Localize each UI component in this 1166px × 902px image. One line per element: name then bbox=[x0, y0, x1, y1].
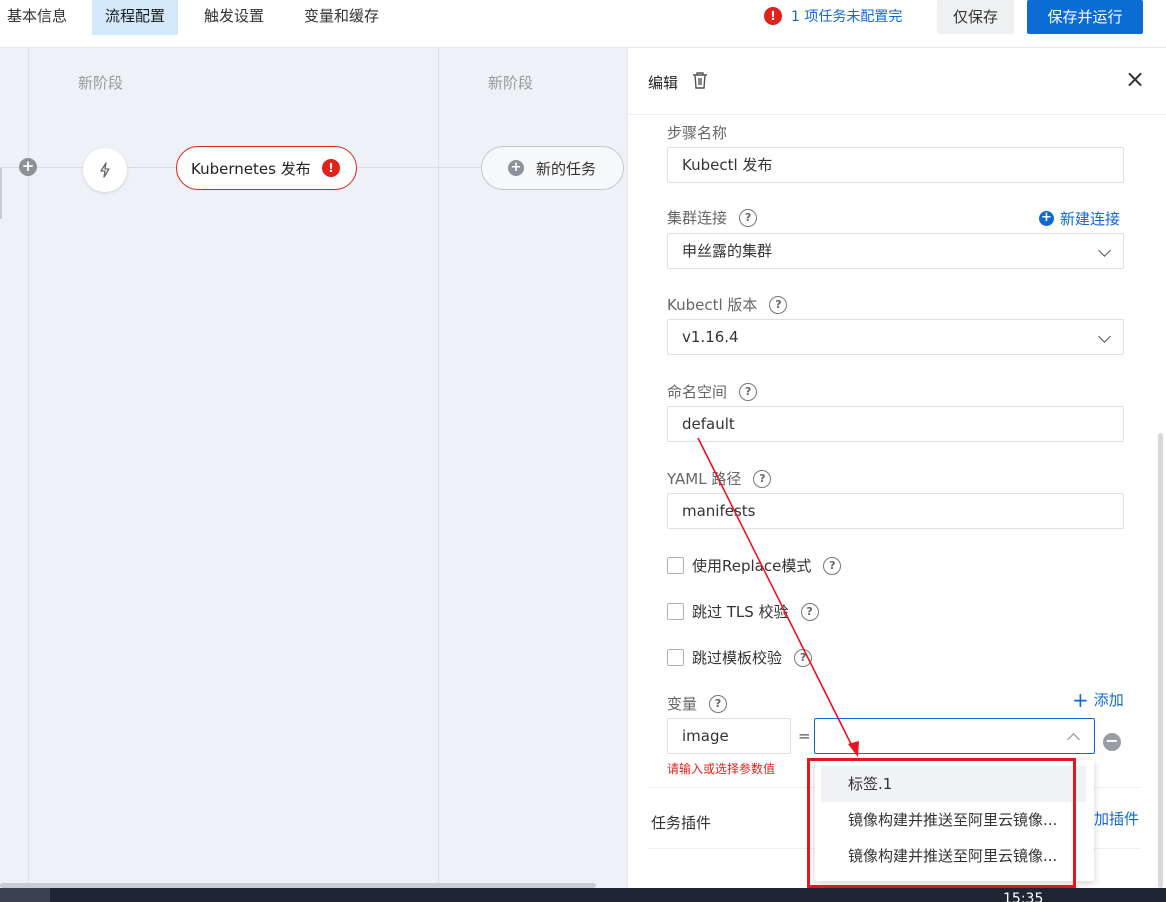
task-node-kubernetes-deploy[interactable]: Kubernetes 发布 ! bbox=[176, 146, 357, 190]
lightning-icon bbox=[100, 162, 110, 178]
pipeline-canvas[interactable]: 新阶段 新阶段 + Kubernetes 发布 ! + 新的任务 bbox=[0, 48, 627, 888]
help-icon[interactable]: ? bbox=[769, 295, 788, 314]
stage-title[interactable]: 新阶段 bbox=[78, 72, 123, 93]
equals-sign: = bbox=[798, 727, 811, 745]
step-name-input[interactable]: Kubectl 发布 bbox=[667, 147, 1124, 183]
annotation-box bbox=[807, 758, 1076, 888]
plus-icon: + bbox=[508, 160, 524, 176]
trash-icon[interactable] bbox=[691, 70, 709, 90]
help-icon[interactable]: ? bbox=[739, 382, 758, 401]
os-taskbar: 15:35 bbox=[0, 888, 1166, 902]
namespace-input[interactable]: default bbox=[667, 406, 1124, 442]
step-name-label: 步骤名称 bbox=[667, 124, 728, 142]
variable-name-input[interactable]: image bbox=[667, 718, 791, 754]
new-connection-link[interactable]: + 新建连接 bbox=[1039, 208, 1120, 229]
save-only-button[interactable]: 仅保存 bbox=[937, 0, 1014, 34]
add-stage-icon[interactable]: + bbox=[19, 158, 37, 176]
plus-circle-icon: + bbox=[1039, 211, 1054, 226]
help-icon[interactable]: ? bbox=[800, 602, 819, 621]
panel-header: 编辑 × bbox=[628, 48, 1166, 115]
tab-trigger-settings[interactable]: 触发设置 bbox=[191, 0, 277, 35]
cluster-label: 集群连接? bbox=[667, 207, 758, 228]
tab-variables-cache[interactable]: 变量和缓存 bbox=[291, 0, 392, 35]
cluster-select[interactable]: 申丝露的集群 bbox=[667, 233, 1124, 269]
tab-flow-config[interactable]: 流程配置 bbox=[92, 0, 179, 35]
help-icon[interactable]: ? bbox=[739, 208, 758, 227]
variables-label: 变量? bbox=[667, 693, 728, 714]
warning-text: 1 项任务未配置完 bbox=[791, 9, 903, 25]
yaml-path-label: YAML 路径? bbox=[667, 468, 772, 489]
new-task-label: 新的任务 bbox=[536, 159, 597, 178]
help-icon[interactable]: ? bbox=[753, 469, 772, 488]
skip-template-checkbox[interactable]: 跳过模板校验? bbox=[667, 647, 813, 668]
flow-connector bbox=[357, 167, 481, 168]
unconfigured-warning[interactable]: ! 1 项任务未配置完 bbox=[764, 6, 902, 26]
vertical-scrollbar[interactable] bbox=[1158, 433, 1163, 888]
yaml-path-input[interactable]: manifests bbox=[667, 493, 1124, 529]
checkbox[interactable] bbox=[667, 603, 684, 620]
help-icon[interactable]: ? bbox=[794, 648, 813, 667]
plus-icon: + bbox=[1072, 687, 1089, 712]
save-and-run-button[interactable]: 保存并运行 bbox=[1027, 0, 1143, 34]
stage-divider bbox=[438, 48, 439, 888]
variable-value-select[interactable] bbox=[814, 718, 1095, 754]
variable-error-text: 请输入或选择参数值 bbox=[667, 762, 776, 776]
kubectl-version-label: Kubectl 版本? bbox=[667, 294, 788, 315]
skip-tls-checkbox[interactable]: 跳过 TLS 校验? bbox=[667, 601, 819, 622]
replace-mode-checkbox[interactable]: 使用Replace模式? bbox=[667, 555, 842, 576]
chevron-up-icon bbox=[1067, 733, 1080, 746]
task-plugins-label: 任务插件 bbox=[651, 814, 712, 832]
remove-variable-icon[interactable]: − bbox=[1103, 733, 1121, 751]
trigger-node[interactable] bbox=[83, 148, 127, 192]
alert-circle-icon: ! bbox=[764, 7, 782, 25]
top-bar: 基本信息 流程配置 触发设置 变量和缓存 ! 1 项任务未配置完 仅保存 保存并… bbox=[0, 0, 1166, 48]
panel-title: 编辑 bbox=[648, 74, 679, 92]
tab-basic-info[interactable]: 基本信息 bbox=[0, 0, 80, 35]
new-task-button[interactable]: + 新的任务 bbox=[481, 146, 624, 190]
chevron-down-icon bbox=[1098, 244, 1111, 257]
stage-title[interactable]: 新阶段 bbox=[488, 72, 533, 93]
checkbox[interactable] bbox=[667, 649, 684, 666]
kubectl-version-select[interactable]: v1.16.4 bbox=[667, 319, 1124, 355]
task-node-label: Kubernetes 发布 bbox=[191, 159, 311, 178]
namespace-label: 命名空间? bbox=[667, 381, 758, 402]
add-variable-link[interactable]: + 添加 bbox=[1072, 689, 1124, 710]
stage-connector bbox=[0, 167, 2, 219]
checkbox[interactable] bbox=[667, 557, 684, 574]
chevron-down-icon bbox=[1098, 330, 1111, 343]
error-icon: ! bbox=[322, 159, 340, 177]
add-plugin-link[interactable]: 加插件 bbox=[1094, 808, 1139, 829]
clock: 15:35 bbox=[1003, 891, 1044, 902]
start-button[interactable] bbox=[0, 888, 50, 902]
help-icon[interactable]: ? bbox=[823, 556, 842, 575]
close-icon[interactable]: × bbox=[1123, 67, 1147, 92]
help-icon[interactable]: ? bbox=[709, 694, 728, 713]
